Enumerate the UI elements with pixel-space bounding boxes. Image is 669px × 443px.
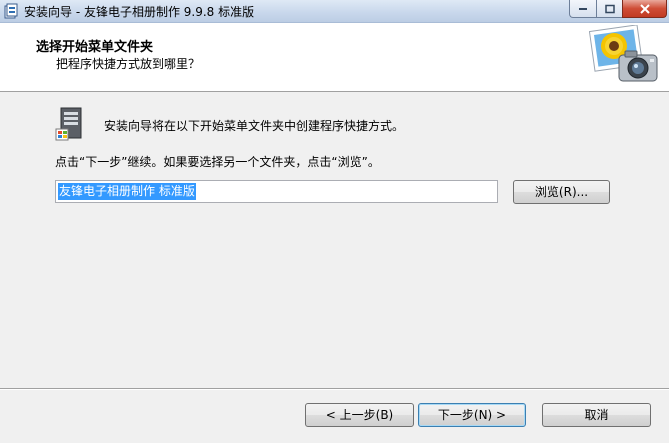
next-button[interactable]: 下一步(N) > [418, 403, 526, 427]
back-button[interactable]: < 上一步(B) [305, 403, 414, 427]
instruction-text: 点击“下一步”继续。如果要选择另一个文件夹，点击“浏览”。 [55, 155, 380, 169]
setup-wizard-window: 安装向导 - 友锋电子相册制作 9.9.8 标准版 选择开始菜单文件夹 把程序快… [0, 0, 669, 443]
page-title: 选择开始菜单文件夹 [36, 40, 154, 55]
start-menu-folder-icon [55, 107, 89, 141]
browse-button[interactable]: 浏览(R)... [513, 180, 610, 204]
intro-text: 安装向导将在以下开始菜单文件夹中创建程序快捷方式。 [104, 119, 405, 133]
page-subtitle: 把程序快捷方式放到哪里？ [56, 57, 201, 71]
minimize-button[interactable] [569, 0, 596, 18]
title-bar[interactable]: 安装向导 - 友锋电子相册制作 9.9.8 标准版 [0, 0, 669, 23]
maximize-button[interactable] [596, 0, 622, 18]
cancel-button[interactable]: 取消 [542, 403, 651, 427]
close-icon [639, 3, 650, 14]
window-title: 安装向导 - 友锋电子相册制作 9.9.8 标准版 [24, 5, 255, 19]
close-button[interactable] [622, 0, 667, 18]
start-menu-folder-input[interactable]: 友锋电子相册制作 标准版 [55, 180, 498, 203]
maximize-icon [604, 4, 615, 13]
wizard-header: 选择开始菜单文件夹 把程序快捷方式放到哪里？ [0, 23, 669, 92]
folder-input-value: 友锋电子相册制作 标准版 [58, 183, 196, 200]
minimize-icon [579, 7, 587, 10]
footer-divider-highlight [0, 389, 669, 390]
sunflower-camera-image [588, 24, 661, 87]
installer-icon [3, 3, 19, 19]
